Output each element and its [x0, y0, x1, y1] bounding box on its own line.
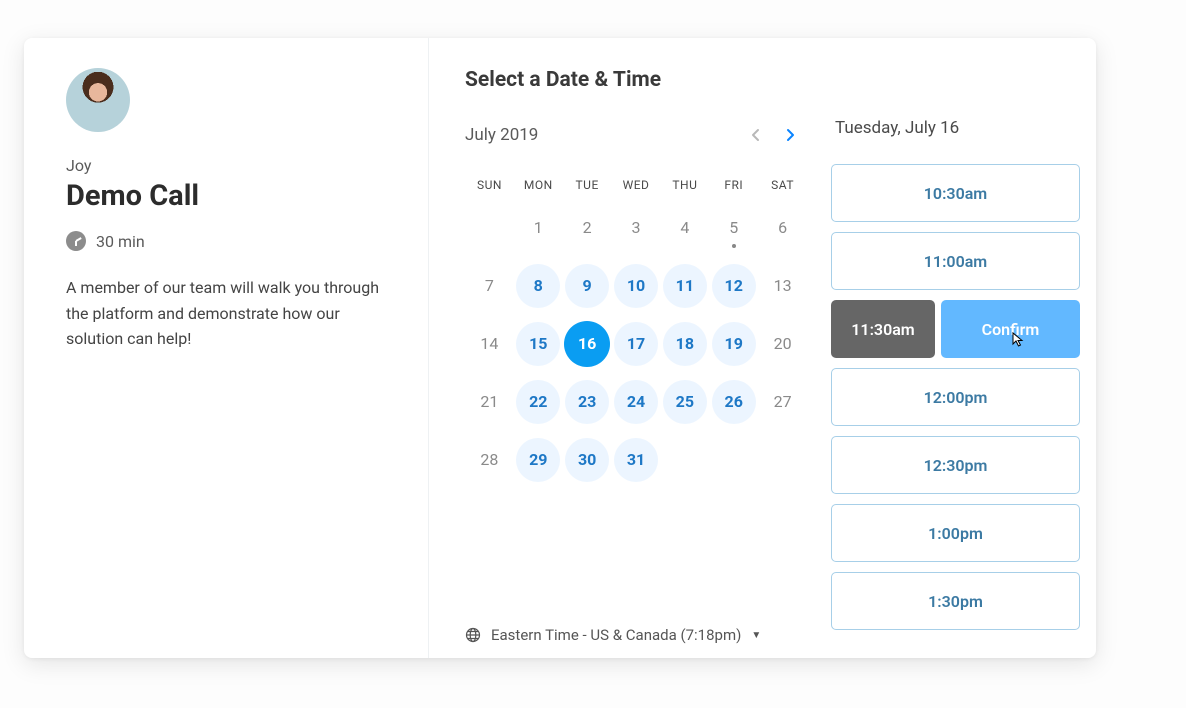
prev-month-button[interactable] [739, 118, 773, 152]
globe-icon [465, 627, 481, 643]
calendar-day-8[interactable]: 8 [514, 264, 563, 308]
weekday-header: FRI [709, 178, 758, 192]
calendar-day-18[interactable]: 18 [660, 322, 709, 366]
event-description: A member of our team will walk you throu… [66, 275, 388, 352]
calendar-day-10[interactable]: 10 [612, 264, 661, 308]
timezone-selector[interactable]: Eastern Time - US & Canada (7:18pm) ▼ [465, 626, 761, 644]
weekday-header: TUE [563, 178, 612, 192]
next-month-button[interactable] [773, 118, 807, 152]
timeslot-button[interactable]: 1:00pm [831, 504, 1080, 562]
panel-heading: Select a Date & Time [465, 68, 1080, 92]
booking-card: Joy Demo Call 30 min A member of our tea… [24, 38, 1096, 658]
timeslot-row: 10:30amConfirm [831, 164, 1080, 222]
weekday-header: SAT [758, 178, 807, 192]
calendar-day-5: 5 [709, 206, 758, 250]
calendar-column: July 2019 SUNMONTUEWEDTHUFRISAT 12345678… [465, 118, 815, 658]
calendar-day-31[interactable]: 31 [612, 438, 661, 482]
cursor-icon [1009, 331, 1027, 349]
schedule-panel: Select a Date & Time July 2019 SUNMONTUE… [429, 38, 1096, 658]
calendar-day-15[interactable]: 15 [514, 322, 563, 366]
timeslot-button[interactable]: 10:30am [831, 164, 1080, 222]
timeslot-button[interactable]: 11:30am [831, 300, 935, 358]
timeslot-row: 12:00pmConfirm [831, 368, 1080, 426]
calendar-day-4: 4 [660, 206, 709, 250]
weekday-header: MON [514, 178, 563, 192]
calendar-day-9[interactable]: 9 [563, 264, 612, 308]
calendar-day-30[interactable]: 30 [563, 438, 612, 482]
timeslot-button[interactable]: 11:00am [831, 232, 1080, 290]
timeslot-row: 11:30amConfirm [831, 300, 1080, 358]
calendar-day-19[interactable]: 19 [709, 322, 758, 366]
timeslot-row: 1:00pmConfirm [831, 504, 1080, 562]
calendar-day-27: 27 [758, 380, 807, 424]
timeslot-column: Tuesday, July 16 10:30amConfirm11:00amCo… [815, 118, 1080, 658]
timeslot-row: 1:30pmConfirm [831, 572, 1080, 630]
calendar-day-12[interactable]: 12 [709, 264, 758, 308]
calendar-day-24[interactable]: 24 [612, 380, 661, 424]
event-details-panel: Joy Demo Call 30 min A member of our tea… [24, 38, 429, 658]
timeslot-list[interactable]: 10:30amConfirm11:00amConfirm11:30amConfi… [831, 164, 1080, 658]
calendar-day-28: 28 [465, 438, 514, 482]
timeslot-row: 11:00amConfirm [831, 232, 1080, 290]
calendar-day-21: 21 [465, 380, 514, 424]
calendar-day-2: 2 [563, 206, 612, 250]
calendar-day-3: 3 [612, 206, 661, 250]
weekday-header: WED [612, 178, 661, 192]
timeslot-button[interactable]: 1:30pm [831, 572, 1080, 630]
timeslot-button[interactable]: 12:30pm [831, 436, 1080, 494]
chevron-left-icon [751, 128, 761, 142]
calendar-day-26[interactable]: 26 [709, 380, 758, 424]
weekday-header: THU [660, 178, 709, 192]
calendar-day-20: 20 [758, 322, 807, 366]
chevron-right-icon [785, 128, 795, 142]
calendar-day-29[interactable]: 29 [514, 438, 563, 482]
host-name: Joy [66, 156, 388, 175]
calendar-day-6: 6 [758, 206, 807, 250]
timeslot-button[interactable]: 12:00pm [831, 368, 1080, 426]
timezone-label: Eastern Time - US & Canada (7:18pm) [491, 626, 741, 644]
clock-icon [66, 231, 86, 251]
timeslot-row: 12:30pmConfirm [831, 436, 1080, 494]
weekday-header-row: SUNMONTUEWEDTHUFRISAT [465, 178, 807, 192]
weekday-header: SUN [465, 178, 514, 192]
calendar-day-22[interactable]: 22 [514, 380, 563, 424]
caret-down-icon: ▼ [751, 630, 761, 641]
host-avatar [66, 68, 130, 132]
calendar-day-14: 14 [465, 322, 514, 366]
event-duration: 30 min [66, 231, 388, 251]
duration-label: 30 min [96, 232, 145, 251]
calendar-grid: 1234567891011121314151617181920212223242… [465, 206, 807, 482]
month-label: July 2019 [465, 125, 739, 145]
calendar-day-7: 7 [465, 264, 514, 308]
event-title: Demo Call [66, 179, 388, 213]
calendar-day-13: 13 [758, 264, 807, 308]
calendar-day-16[interactable]: 16 [563, 322, 612, 366]
selected-date-heading: Tuesday, July 16 [835, 118, 1080, 138]
calendar-day-11[interactable]: 11 [660, 264, 709, 308]
calendar-day-25[interactable]: 25 [660, 380, 709, 424]
calendar-day-23[interactable]: 23 [563, 380, 612, 424]
calendar-day-1: 1 [514, 206, 563, 250]
confirm-button[interactable]: Confirm [941, 300, 1080, 358]
calendar-day-17[interactable]: 17 [612, 322, 661, 366]
